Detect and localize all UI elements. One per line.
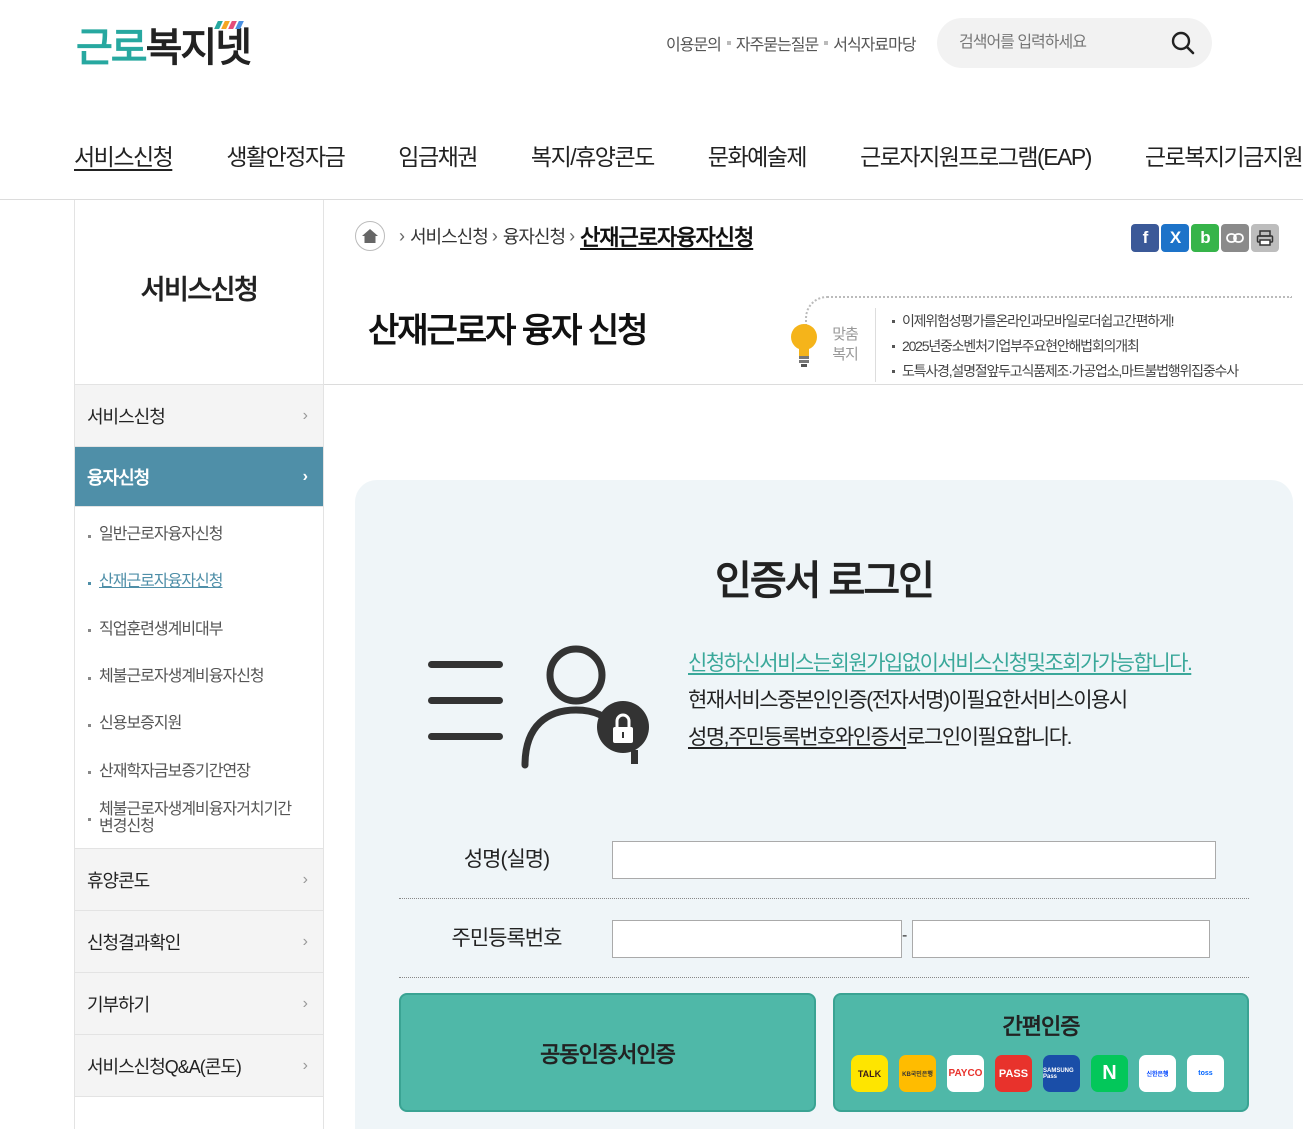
sidebar-submenu: 일반근로자융자신청 산재근로자융자신청 직업훈련생계비대부 체불근로자생계비융자… [75, 507, 323, 850]
auth-provider-list: TALK KB국민은행 PAYCO PASS SAMSUNG Pass N 신한… [851, 1055, 1224, 1092]
login-info-text: 신청하신서비스는회원가입없이서비스신청및조회가가능합니다. 현재서비스중본인인증… [688, 645, 1193, 756]
rrn-row: 주민등록번호 - [399, 899, 1249, 978]
link-inquiry[interactable]: 이용문의 [666, 31, 722, 55]
main-navigation: 서비스신청 생활안정자금 임금채권 복지/휴양콘도 문화예술제 근로자지원프로그… [74, 138, 1303, 172]
submenu-item[interactable]: 체불근로자생계비융자신청 [75, 653, 323, 700]
logo-decoration [214, 16, 246, 29]
sidebar: 서비스신청 서비스신청 › 융자신청 › 일반근로자융자신청 산재근로자융자신청 직… [74, 200, 324, 1129]
sidebar-item-result-check[interactable]: 신청결과확인 › [75, 911, 323, 974]
sidebar-item-label: 기부하기 [87, 994, 150, 1015]
lightbulb-icon [791, 324, 817, 367]
sidebar-item-loan-apply[interactable]: 융자신청 › [75, 447, 323, 507]
logo-text-part1: 근로 [76, 26, 148, 70]
gnb-welfare-fund[interactable]: 근로복지기금지원 [1145, 138, 1303, 172]
band-icon[interactable]: b [1191, 224, 1219, 252]
breadcrumb-level1[interactable]: 서비스신청 [410, 223, 489, 249]
simple-auth-label: 간편인증 [1002, 1014, 1081, 1039]
certificate-login-panel: 인증서 로그인 신청하신서비스는회원가입없이서비스신청및조회가가능합니다. 현재… [355, 480, 1293, 1129]
gnb-welfare-condo[interactable]: 복지/휴양콘도 [531, 138, 655, 172]
kb-icon[interactable]: KB국민은행 [899, 1055, 936, 1092]
sidebar-title: 서비스신청 [75, 200, 323, 385]
kakao-icon[interactable]: TALK [851, 1055, 888, 1092]
page-title: 산재근로자 융자 신청 [368, 312, 648, 350]
print-icon[interactable] [1251, 224, 1279, 252]
x-icon[interactable]: X [1161, 224, 1189, 252]
user-lock-icon [428, 645, 649, 769]
chevron-right-icon: › [302, 932, 308, 950]
sidebar-item-service-apply[interactable]: 서비스신청 › [75, 385, 323, 447]
rrn-separator: - [902, 927, 907, 944]
shinhan-icon[interactable]: 신한은행 [1139, 1055, 1176, 1092]
home-icon[interactable] [355, 221, 385, 251]
link-faq[interactable]: 자주묻는질문 [736, 31, 819, 55]
gnb-living-fund[interactable]: 생활안정자금 [226, 138, 345, 172]
payco-icon[interactable]: PAYCO [947, 1055, 984, 1092]
chevron-right-icon: › [302, 1056, 308, 1074]
link-forms[interactable]: 서식자료마당 [833, 31, 916, 55]
top-utility-links: 이용문의 자주묻는질문 서식자료마당 [666, 31, 917, 55]
gnb-wage-claim[interactable]: 임금채권 [398, 138, 478, 172]
sidebar-item-label: 융자신청 [87, 467, 150, 488]
search-input[interactable] [959, 30, 1159, 56]
rrn-label: 주민등록번호 [451, 927, 563, 950]
tip-list: 이제위험성평가를온라인과모바일로더쉽고간편하게! 2025년중소벤처기업부주요현… [890, 309, 1239, 384]
submenu-item-current[interactable]: 산재근로자융자신청 [75, 558, 323, 605]
submenu-item[interactable]: 신용보증지원 [75, 700, 323, 747]
info-line: 현재서비스중본인인증(전자서명)이필요한서비스이용시 [688, 689, 1128, 712]
chevron-right-icon: › [302, 994, 308, 1012]
sidebar-item-condo[interactable]: 휴양콘도 › [75, 849, 323, 912]
sidebar-item-label: 휴양콘도 [87, 870, 150, 891]
sidebar-item-donate[interactable]: 기부하기 › [75, 973, 323, 1036]
search-box [937, 18, 1212, 68]
gnb-service-apply[interactable]: 서비스신청 [74, 138, 174, 172]
login-title: 인증서 로그인 [715, 559, 935, 603]
share-buttons: f X b [1131, 224, 1279, 252]
tip-item[interactable]: 도특사경,설명절앞두고식품제조·가공업소,마트불법행위집중수사 [890, 359, 1239, 384]
content-header-divider [324, 384, 1303, 385]
tip-item[interactable]: 이제위험성평가를온라인과모바일로더쉽고간편하게! [890, 309, 1238, 334]
sidebar-item-label: 신청결과확인 [87, 932, 181, 953]
rrn-first-field[interactable] [612, 920, 902, 958]
gnb-culture-art[interactable]: 문화예술제 [708, 138, 808, 172]
link-icon[interactable] [1221, 224, 1249, 252]
naver-icon[interactable]: N [1091, 1055, 1128, 1092]
submenu-item[interactable]: 일반근로자융자신청 [75, 511, 323, 558]
breadcrumb: › 서비스신청 › 융자신청 › 산재근로자융자신청 [355, 220, 754, 252]
chevron-right-icon: › [302, 467, 308, 485]
site-logo[interactable]: 근로 복지넷 [76, 16, 252, 70]
name-label: 성명(실명) [463, 848, 550, 871]
tip-item[interactable]: 2025년중소벤처기업부주요현안해법회의개최 [890, 334, 1238, 359]
breadcrumb-current: 산재근로자융자신청 [580, 225, 754, 250]
sidebar-item-label: 서비스신청Q&A(콘도) [87, 1056, 242, 1077]
pass-icon[interactable]: PASS [995, 1055, 1032, 1092]
tip-label: 맞춤 복지 [832, 326, 859, 363]
submenu-item[interactable]: 직업훈련생계비대부 [75, 606, 323, 653]
submenu-item[interactable]: 체불근로자생계비융자거치기간변경신청 [75, 795, 323, 842]
info-highlight: 신청하신서비스는회원가입없이서비스신청및조회가가능합니다. [688, 652, 1193, 675]
sidebar-item-qna[interactable]: 서비스신청Q&A(콘도) › [75, 1035, 323, 1098]
samsung-pass-icon[interactable]: SAMSUNG Pass [1043, 1055, 1080, 1092]
joint-certificate-button[interactable]: 공동인증서인증 [399, 993, 816, 1112]
toss-icon[interactable]: toss [1187, 1055, 1224, 1092]
sidebar-item-label: 서비스신청 [87, 406, 166, 427]
gnb-eap[interactable]: 근로자지원프로그램(EAP) [860, 138, 1092, 172]
submenu-item[interactable]: 산재학자금보증기간연장 [75, 747, 323, 794]
name-row: 성명(실명) [399, 820, 1249, 899]
search-icon[interactable] [1171, 31, 1195, 55]
rrn-second-field[interactable] [912, 920, 1210, 958]
breadcrumb-level2[interactable]: 융자신청 [503, 223, 566, 249]
chevron-right-icon: › [302, 406, 308, 424]
info-line: 성명,주민등록번호와인증서로그인이필요합니다. [688, 726, 1072, 749]
chevron-right-icon: › [302, 870, 308, 888]
facebook-icon[interactable]: f [1131, 224, 1159, 252]
simple-auth-button[interactable]: 간편인증 TALK KB국민은행 PAYCO PASS SAMSUNG Pass… [833, 993, 1249, 1112]
custom-welfare-tip: 맞춤 복지 이제위험성평가를온라인과모바일로더쉽고간편하게! 2025년중소벤처기… [780, 296, 1292, 384]
name-field[interactable] [612, 841, 1216, 879]
